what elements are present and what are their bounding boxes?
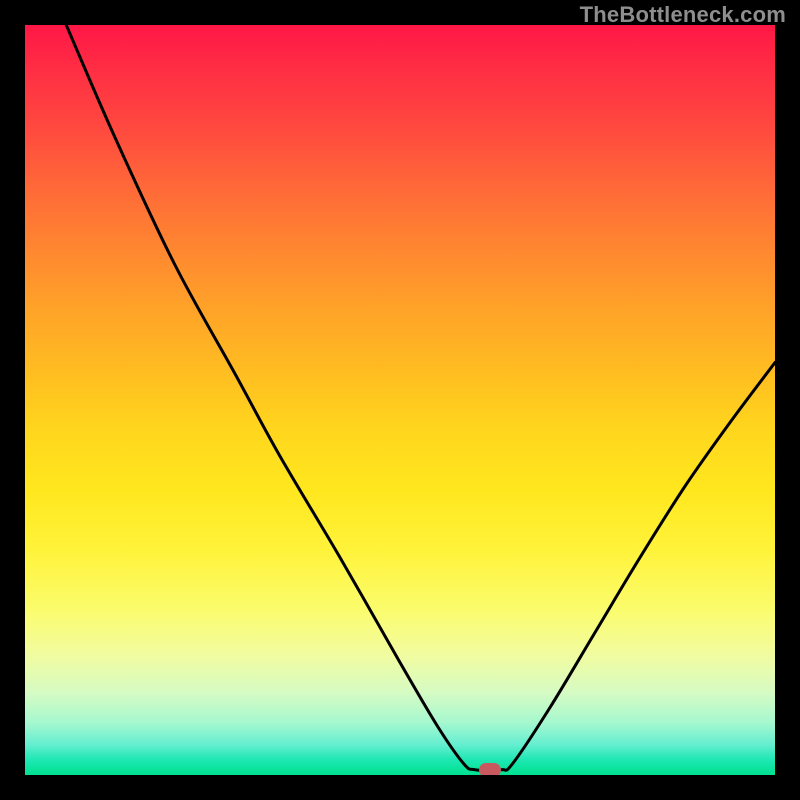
- curve-svg: [25, 25, 775, 775]
- plot-area: [25, 25, 775, 775]
- optimal-marker: [479, 763, 501, 775]
- chart-frame: TheBottleneck.com: [0, 0, 800, 800]
- bottleneck-curve: [66, 25, 775, 771]
